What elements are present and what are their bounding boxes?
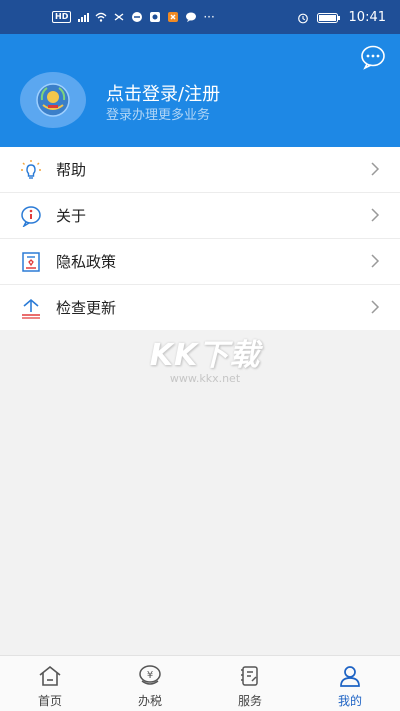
status-bar: HD ··· 10:41 — [0, 0, 400, 34]
nav-label: 办税 — [137, 694, 162, 708]
more-dots-icon: ··· — [203, 10, 215, 24]
avatar[interactable] — [20, 72, 86, 128]
nav-tab-home[interactable]: 首页 — [0, 656, 100, 711]
app-notification-icon — [132, 12, 143, 22]
home-icon — [39, 665, 61, 686]
service-icon — [241, 666, 258, 686]
nav-tab-tax[interactable]: ¥ 办税 — [100, 656, 200, 711]
nav-tab-service[interactable]: 服务 — [200, 656, 300, 711]
watermark-logo-text: KK下载 — [149, 338, 261, 373]
profile-header[interactable]: 点击登录/注册 登录办理更多业务 — [0, 34, 400, 147]
tax-emblem-icon — [36, 83, 70, 117]
info-icon — [21, 206, 41, 227]
menu-item-label: 隐私政策 — [56, 253, 117, 271]
battery-icon — [316, 12, 340, 23]
chevron-right-icon — [371, 162, 380, 176]
app-notification-icon — [168, 12, 179, 22]
menu-item-privacy-policy[interactable]: 隐私政策 — [0, 239, 400, 285]
nav-label: 首页 — [37, 694, 62, 708]
login-register-link[interactable]: 点击登录/注册 — [106, 80, 220, 106]
menu-item-help[interactable]: 帮助 — [0, 147, 400, 193]
status-time: 10:41 — [348, 10, 386, 25]
menu-item-check-update[interactable]: 检查更新 — [0, 285, 400, 330]
chat-notification-icon — [186, 12, 197, 22]
svg-text:¥: ¥ — [147, 670, 153, 681]
lightbulb-icon — [21, 160, 41, 179]
chevron-right-icon — [371, 254, 380, 268]
nav-tab-mine[interactable]: 我的 — [300, 656, 400, 711]
app-root: HD ··· 10:41 点击登录/注册 登录办理更多业务 帮助 关于 隐私政策… — [0, 0, 400, 711]
app-notification-icon — [114, 13, 124, 21]
nav-label: 我的 — [337, 694, 362, 708]
alarm-icon — [297, 13, 308, 23]
settings-menu: 帮助 关于 隐私政策 检查更新 — [0, 147, 400, 330]
bottom-navigation: 首页 ¥ 办税 服务 我的 — [0, 655, 400, 711]
status-right-icons: 10:41 — [297, 10, 386, 25]
watermark: KK下载 www.kkx.net — [140, 330, 270, 390]
menu-item-label: 检查更新 — [56, 299, 117, 317]
menu-item-about[interactable]: 关于 — [0, 193, 400, 239]
user-icon — [340, 666, 360, 687]
menu-item-label: 关于 — [56, 207, 87, 225]
hd-icon: HD — [52, 11, 72, 23]
signal-icon — [78, 13, 90, 22]
nav-label: 服务 — [237, 694, 262, 708]
update-icon — [22, 298, 40, 319]
menu-item-label: 帮助 — [56, 161, 87, 179]
login-subtitle: 登录办理更多业务 — [106, 108, 211, 123]
chevron-right-icon — [371, 208, 380, 222]
chat-bubble-icon[interactable] — [360, 44, 386, 70]
chevron-right-icon — [371, 300, 380, 314]
yuan-coin-icon: ¥ — [139, 665, 161, 685]
privacy-policy-icon — [22, 252, 40, 272]
status-left-icons: HD ··· — [52, 10, 215, 24]
app-notification-icon — [150, 12, 161, 22]
wifi-icon — [95, 12, 107, 22]
